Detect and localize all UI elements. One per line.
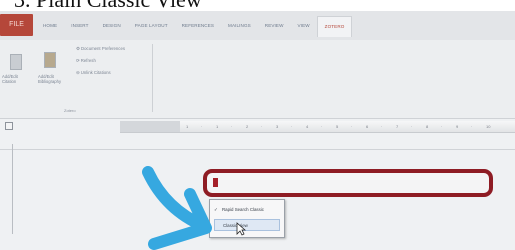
horizontal-ruler[interactable]: 1 · 1 · 2 · 3 · 4 · 5 · 6 · 7 · 8 · 9 · 10 — [120, 121, 515, 133]
tab-review[interactable]: REVIEW — [258, 23, 291, 28]
ruler-tick: 5 — [336, 124, 339, 129]
ruler-tick: 9 — [456, 124, 459, 129]
zotero-group-label: Zotero — [64, 108, 76, 113]
tab-design[interactable]: DESIGN — [96, 23, 128, 28]
ruler-tick: · — [411, 124, 413, 129]
vertical-ruler — [12, 144, 13, 234]
ruler-tick: 3 — [276, 124, 279, 129]
blue-arrow-icon — [142, 166, 212, 250]
tab-view[interactable]: VIEW — [291, 23, 317, 28]
ruler-tick: · — [321, 124, 323, 129]
citation-field-highlight[interactable] — [203, 169, 493, 197]
ribbon-tabs: HOME INSERT DESIGN PAGE LAYOUT REFERENCE… — [36, 14, 353, 37]
tab-mailings[interactable]: MAILINGS — [221, 23, 258, 28]
tab-zotero[interactable]: ZOTERO — [316, 15, 353, 37]
add-bibliography-label[interactable]: Add/Edit Bibliography — [38, 74, 68, 84]
word-window-photo: FILE HOME INSERT DESIGN PAGE LAYOUT REFE… — [0, 11, 515, 250]
refresh-button[interactable]: ⟳ Refresh — [76, 58, 96, 64]
add-bibliography-icon[interactable] — [44, 52, 56, 68]
ruler-tick: 1 — [216, 124, 219, 129]
tab-insert[interactable]: INSERT — [64, 23, 95, 28]
ruler-tick: · — [291, 124, 293, 129]
add-citation-icon[interactable] — [10, 54, 22, 70]
group-separator — [152, 44, 153, 112]
mouse-pointer-icon — [236, 222, 246, 236]
ruler-tick: 8 — [426, 124, 429, 129]
menu-item-rapid-search[interactable]: ✓ Rapid Search Classic — [214, 204, 280, 216]
document-area[interactable]: 1 · 1 · 2 · 3 · 4 · 5 · 6 · 7 · 8 · 9 · 10 ✓ Rapid Search Cla… — [0, 119, 515, 250]
file-tab[interactable]: FILE — [0, 14, 33, 36]
context-menu: ✓ Rapid Search Classic Classic View — [209, 199, 285, 238]
ruler-tick: · — [351, 124, 353, 129]
ruler-tick: 7 — [396, 124, 399, 129]
ruler-tick: 4 — [306, 124, 309, 129]
ruler-tick: 6 — [366, 124, 369, 129]
tab-stop-selector[interactable] — [5, 122, 13, 130]
ruler-tick: 10 — [486, 124, 491, 129]
file-tab-label: FILE — [9, 21, 24, 28]
unlink-citations-button[interactable]: ⊖ Unlink Citations — [76, 70, 111, 76]
document-preferences-button[interactable]: ⚙ Document Preferences — [76, 46, 125, 52]
tab-page-layout[interactable]: PAGE LAYOUT — [128, 23, 175, 28]
tab-home[interactable]: HOME — [36, 23, 64, 28]
rapid-search-label: Rapid Search Classic — [222, 207, 264, 212]
menu-bar: FILE HOME INSERT DESIGN PAGE LAYOUT REFE… — [0, 11, 515, 41]
tab-references[interactable]: REFERENCES — [175, 23, 221, 28]
ruler-margin — [120, 121, 180, 132]
document-preferences-label: Document Preferences — [81, 46, 125, 51]
ruler-tick: 1 — [186, 124, 189, 129]
menu-item-classic-view[interactable]: Classic View — [214, 219, 280, 231]
page-divider — [0, 149, 515, 150]
ruler-tick: · — [231, 124, 233, 129]
add-citation-label[interactable]: Add/Edit Citation — [2, 74, 32, 84]
ruler-tick: · — [471, 124, 473, 129]
ruler-tick: · — [381, 124, 383, 129]
ruler-tick: · — [201, 124, 203, 129]
ribbon: Add/Edit Citation Add/Edit Bibliography … — [0, 40, 515, 119]
ruler-tick: · — [261, 124, 263, 129]
refresh-label: Refresh — [80, 58, 96, 63]
unlink-citations-label: Unlink Citations — [80, 70, 111, 75]
ruler-tick: · — [441, 124, 443, 129]
ruler-tick: 2 — [246, 124, 249, 129]
